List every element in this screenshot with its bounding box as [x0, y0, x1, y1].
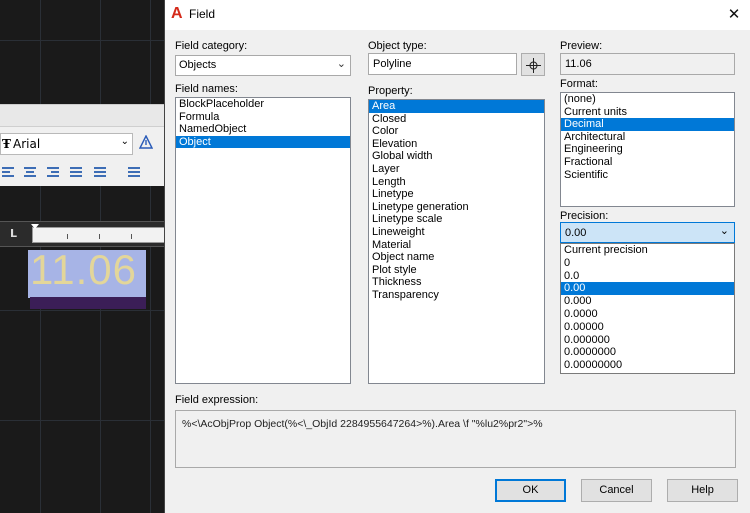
help-button[interactable]: Help: [667, 479, 738, 502]
align-left-icon[interactable]: [2, 165, 18, 179]
title-bar[interactable]: A Field ✕: [165, 0, 750, 30]
precision-option[interactable]: Current precision: [561, 244, 734, 257]
align-center-icon[interactable]: [24, 165, 40, 179]
property-item[interactable]: Lineweight: [369, 226, 544, 239]
grid-line: [150, 0, 151, 513]
format-item[interactable]: Current units: [561, 106, 734, 119]
chevron-down-icon: ⌄: [719, 224, 729, 237]
format-item[interactable]: Fractional: [561, 156, 734, 169]
ruler-bar: [32, 227, 165, 243]
field-name-item[interactable]: Formula: [176, 111, 350, 124]
field-category-select[interactable]: Objects ⌄: [175, 55, 351, 76]
chevron-down-icon: ⌄: [120, 136, 129, 147]
format-item[interactable]: Scientific: [561, 169, 734, 182]
precision-label: Precision:: [560, 210, 609, 222]
property-item[interactable]: Object name: [369, 251, 544, 264]
font-type-icon: Ŧ: [2, 137, 11, 151]
preview-field: 11.06: [560, 53, 735, 75]
field-names-label: Field names:: [175, 83, 238, 95]
property-label: Property:: [368, 85, 413, 97]
field-expression-box[interactable]: %<\AcObjProp Object(%<\_ObjId 2284955647…: [175, 410, 736, 468]
format-item[interactable]: (none): [561, 93, 734, 106]
autocad-logo-icon: A: [171, 5, 183, 22]
field-dialog: A Field ✕ Field category: Objects ⌄ Fiel…: [164, 0, 750, 513]
chevron-down-icon: ⌄: [336, 57, 346, 70]
format-list[interactable]: (none) Current units Decimal Architectural E…: [560, 92, 735, 207]
tab-type-icon[interactable]: L: [10, 227, 24, 241]
field-category-label: Field category:: [175, 40, 248, 52]
object-type-field: Polyline: [368, 53, 517, 75]
object-type-value: Polyline: [373, 58, 412, 70]
field-category-value: Objects: [179, 59, 217, 71]
format-item[interactable]: Decimal: [561, 118, 734, 131]
dialog-title: Field: [189, 7, 216, 21]
ok-button[interactable]: OK: [495, 479, 566, 502]
field-name-item[interactable]: BlockPlaceholder: [176, 98, 350, 111]
property-item[interactable]: Length: [369, 176, 544, 189]
ruler-tick: [67, 234, 68, 239]
justify-icon[interactable]: [70, 165, 86, 179]
property-item[interactable]: Thickness: [369, 276, 544, 289]
text-underline-bar: [30, 297, 146, 309]
precision-option[interactable]: 0.0000: [561, 308, 734, 321]
precision-option[interactable]: 0.00000: [561, 321, 734, 334]
field-name-item[interactable]: Object: [176, 135, 350, 149]
property-list[interactable]: Area Closed Color Elevation Global width Laye…: [368, 99, 545, 384]
precision-option[interactable]: 0.000000: [561, 334, 734, 347]
distribute-icon[interactable]: [94, 165, 110, 179]
crosshair-icon: [526, 58, 541, 73]
precision-option[interactable]: 0.0: [561, 270, 734, 283]
property-item[interactable]: Linetype scale: [369, 213, 544, 226]
cancel-button[interactable]: Cancel: [581, 479, 652, 502]
preview-value: 11.06: [565, 58, 592, 70]
format-label: Format:: [560, 78, 598, 90]
format-item[interactable]: Architectural: [561, 131, 734, 144]
preview-label: Preview:: [560, 40, 603, 52]
field-names-list[interactable]: BlockPlaceholder Formula NamedObject Object: [175, 97, 351, 384]
object-type-label: Object type:: [368, 40, 427, 52]
property-item[interactable]: Color: [369, 125, 544, 138]
precision-option[interactable]: 0.000: [561, 295, 734, 308]
toolbar-strip: [0, 105, 165, 127]
field-expression-value: %<\AcObjProp Object(%<\_ObjId 2284955647…: [182, 418, 543, 430]
align-right-icon[interactable]: [47, 165, 63, 179]
field-expression-label: Field expression:: [175, 394, 259, 406]
annotative-icon[interactable]: [138, 134, 154, 151]
property-item[interactable]: Transparency: [369, 289, 544, 302]
ruler-tick: [99, 234, 100, 239]
precision-select[interactable]: 0.00 ⌄: [560, 222, 735, 243]
text-editor-toolbar: Ŧ Arial ⌄: [0, 104, 165, 186]
font-selector[interactable]: Ŧ Arial ⌄: [0, 133, 133, 155]
precision-option[interactable]: 0: [561, 257, 734, 270]
select-object-button[interactable]: [521, 53, 545, 76]
property-item[interactable]: Layer: [369, 163, 544, 176]
ruler-tick: [131, 234, 132, 239]
precision-dropdown-list[interactable]: Current precision 0 0.0 0.00 0.000 0.0000 0.00…: [560, 243, 735, 374]
precision-option[interactable]: 0.0000000: [561, 346, 734, 359]
grid-line: [0, 310, 165, 311]
property-item[interactable]: Linetype: [369, 188, 544, 201]
grid-line: [0, 420, 165, 421]
property-item[interactable]: Area: [369, 100, 544, 113]
font-name: Arial: [13, 137, 41, 151]
precision-option[interactable]: 0.00000000: [561, 359, 734, 372]
property-item[interactable]: Material: [369, 239, 544, 252]
property-item[interactable]: Linetype generation: [369, 201, 544, 214]
property-item[interactable]: Plot style: [369, 264, 544, 277]
indent-marker[interactable]: [31, 224, 39, 229]
format-item[interactable]: Engineering: [561, 143, 734, 156]
property-item[interactable]: Elevation: [369, 138, 544, 151]
precision-option[interactable]: 0.00: [561, 282, 734, 296]
line-spacing-icon[interactable]: [128, 165, 144, 179]
grid-line: [0, 40, 165, 41]
text-ruler[interactable]: L: [0, 221, 165, 247]
property-item[interactable]: Closed: [369, 113, 544, 126]
property-item[interactable]: Global width: [369, 150, 544, 163]
field-text-in-drawing[interactable]: 11.06: [30, 246, 137, 294]
field-name-item[interactable]: NamedObject: [176, 123, 350, 136]
precision-value: 0.00: [565, 227, 587, 239]
close-button[interactable]: ✕: [717, 0, 750, 30]
drawing-area[interactable]: Ŧ Arial ⌄ L 11.06: [0, 0, 165, 513]
